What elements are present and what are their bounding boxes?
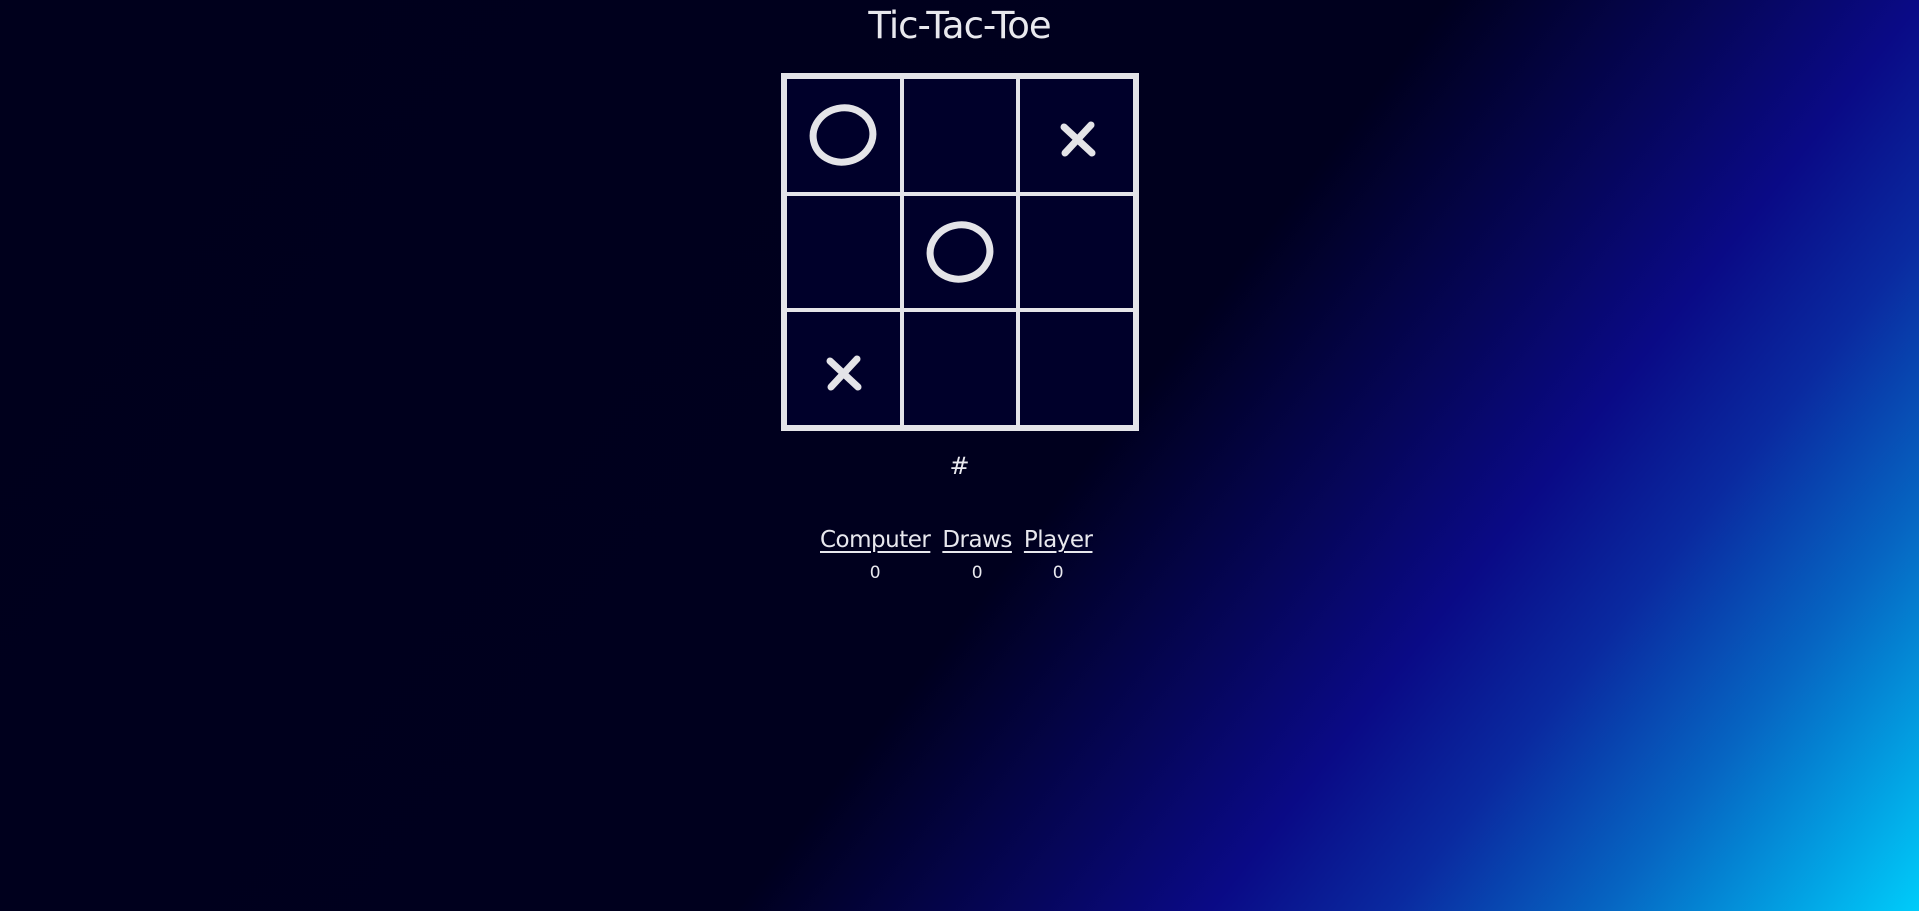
x-mark-icon <box>826 355 862 391</box>
o-mark-icon <box>926 221 994 283</box>
score-value-player: 0 <box>1052 563 1064 583</box>
score-label-draws: Draws <box>942 527 1012 553</box>
game-title: Tic-Tac-Toe <box>868 4 1051 47</box>
score-value-computer: 0 <box>869 563 881 583</box>
score-computer: Computer 0 <box>820 527 931 583</box>
board-cell-r1-c3[interactable] <box>1018 77 1135 194</box>
score-label-computer: Computer <box>820 527 931 553</box>
score-label-player: Player <box>1023 527 1093 553</box>
game-status: # <box>949 452 970 480</box>
board-cell-r2-c3[interactable] <box>1018 193 1135 311</box>
score-value-draws: 0 <box>971 563 983 583</box>
o-mark-icon <box>809 104 877 166</box>
board-cell-r2-c1[interactable] <box>785 193 902 311</box>
board-cell-r2-c2[interactable] <box>901 193 1019 311</box>
board-cell-r1-c2[interactable] <box>901 77 1019 194</box>
board-cell-r1-c1[interactable] <box>785 77 902 194</box>
score-player: Player 0 <box>1024 527 1093 583</box>
board-cell-r3-c2[interactable] <box>901 310 1019 427</box>
x-mark-icon <box>1060 121 1096 157</box>
score-draws: Draws 0 <box>942 527 1012 583</box>
board-cell-r3-c1[interactable] <box>785 310 902 427</box>
game-board <box>781 73 1139 431</box>
scoreboard: Computer 0 Draws 0 Player 0 <box>820 527 1093 583</box>
board-cell-r3-c3[interactable] <box>1018 310 1135 427</box>
